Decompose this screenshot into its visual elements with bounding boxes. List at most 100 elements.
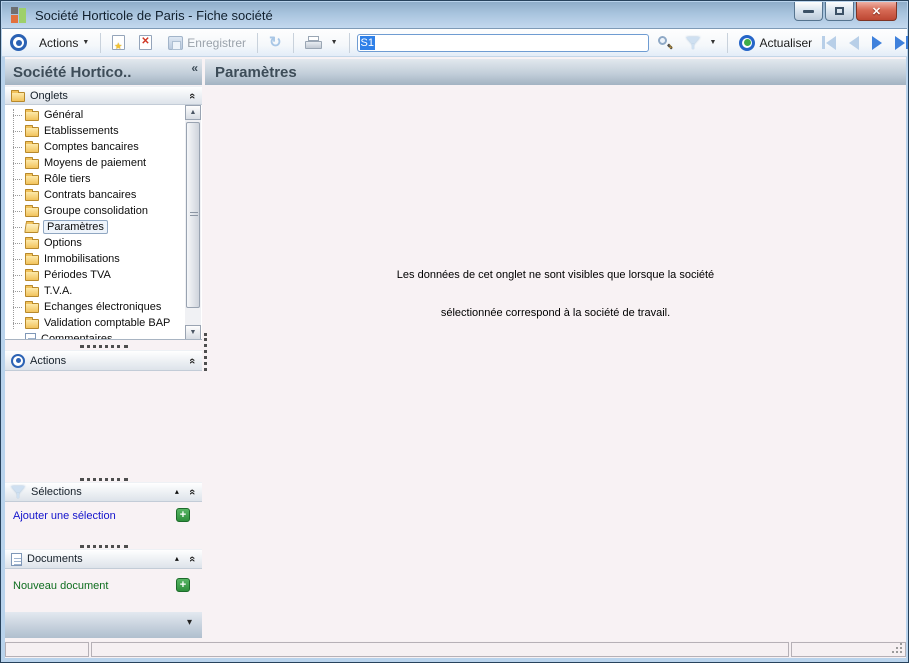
minimize-button[interactable]: [794, 2, 823, 21]
tree-item-commentaires[interactable]: Commentaires: [5, 331, 183, 339]
save-button[interactable]: Enregistrer: [164, 34, 250, 52]
new-document-link[interactable]: Nouveau document: [13, 580, 108, 592]
sidebar-collapse-icon[interactable]: «: [191, 61, 198, 75]
refresh-button[interactable]: ↻: [265, 33, 286, 52]
actions-menu-button[interactable]: Actions ▼: [35, 34, 93, 52]
actions-target-icon: [10, 34, 27, 51]
search-button[interactable]: [653, 33, 677, 53]
close-button[interactable]: ✕: [856, 2, 897, 21]
chevron-down-icon[interactable]: ▾: [187, 617, 192, 628]
folder-icon: [25, 125, 39, 137]
filter-button[interactable]: ▼: [681, 34, 721, 52]
folder-icon: [25, 109, 39, 121]
new-document-button[interactable]: +: [176, 578, 190, 592]
collapse-up-icon[interactable]: «: [186, 357, 198, 363]
scroll-up-icon: ▲: [189, 109, 197, 116]
actualiser-label: Actualiser: [759, 35, 813, 50]
scroll-up-button[interactable]: ▲: [185, 105, 201, 120]
selections-section-header[interactable]: Sélections ▴ «: [5, 482, 202, 502]
tree-item-moyens-de-paiement[interactable]: Moyens de paiement: [5, 155, 183, 171]
actualiser-icon: [739, 34, 756, 51]
filter-icon: [10, 485, 26, 499]
splitter-handle-1[interactable]: [79, 345, 128, 348]
scroll-down-button[interactable]: ▼: [185, 325, 201, 339]
tree-item-tva[interactable]: T.V.A.: [5, 283, 183, 299]
actualiser-button[interactable]: Actualiser: [735, 33, 816, 53]
window-controls: ✕: [794, 2, 897, 21]
search-input[interactable]: S1: [356, 33, 649, 52]
delete-record-button[interactable]: ✕: [135, 33, 156, 52]
toolbar-separator: [256, 32, 258, 53]
tree-item-immobilisations[interactable]: Immobilisations: [5, 251, 183, 267]
scrollbar-thumb[interactable]: [186, 122, 200, 308]
sidebar-bottom-bar: ▾: [5, 612, 202, 638]
resize-grip-icon[interactable]: [892, 643, 902, 653]
main-panel: Paramètres Les données de cet onglet ne …: [205, 57, 906, 641]
collapse-up-icon[interactable]: «: [186, 92, 198, 98]
tree-item-validation-comptable-bap[interactable]: Validation comptable BAP: [5, 315, 183, 331]
app-window: Société Horticole de Paris - Fiche socié…: [0, 0, 909, 663]
print-button[interactable]: ▼: [301, 34, 342, 51]
documents-section-label: Documents: [27, 553, 83, 565]
tree-item-contrats-bancaires[interactable]: Contrats bancaires: [5, 187, 183, 203]
tree-item-etablissements[interactable]: Etablissements: [5, 123, 183, 139]
tree-item-comptes-bancaires[interactable]: Comptes bancaires: [5, 139, 183, 155]
splitter-handle-3[interactable]: [79, 545, 128, 548]
sidebar: Société Hortico.. « Onglets « Général Et…: [5, 57, 202, 641]
folder-icon: [25, 317, 39, 329]
info-message-line2: sélectionnée correspond à la société de …: [440, 307, 671, 319]
splitter-handle-2[interactable]: [79, 478, 128, 481]
status-cell-middle: [91, 642, 789, 657]
onglets-section-header[interactable]: Onglets «: [5, 86, 202, 105]
nav-first-button[interactable]: [818, 34, 840, 52]
documents-content: Nouveau document +: [5, 576, 202, 596]
onglets-section-label: Onglets: [30, 89, 68, 102]
restore-icon: [835, 7, 844, 15]
tree-scrollbar: ▲ ▼: [185, 105, 201, 339]
status-cell-right: [791, 642, 906, 657]
add-selection-button[interactable]: +: [176, 508, 190, 522]
collapse-up-icon[interactable]: «: [186, 489, 198, 495]
selections-content: Ajouter une sélection +: [5, 506, 202, 526]
tree-item-general[interactable]: Général: [5, 107, 183, 123]
chevron-up-icon[interactable]: ▴: [175, 555, 179, 563]
tree-item-parametres-selected[interactable]: Paramètres: [5, 219, 183, 235]
save-icon: [168, 35, 184, 50]
actions-target-icon: [11, 353, 25, 368]
toolbar-separator: [100, 32, 102, 53]
tree-item-echanges-electroniques[interactable]: Echanges électroniques: [5, 299, 183, 315]
nav-last-button[interactable]: [891, 34, 908, 52]
tree-item-periodes-tva[interactable]: Périodes TVA: [5, 267, 183, 283]
folder-icon: [25, 173, 39, 185]
toolbar-separator: [292, 32, 294, 53]
chevron-down-icon: ▼: [82, 39, 90, 46]
nav-next-button[interactable]: [868, 34, 886, 52]
new-record-button[interactable]: ★: [108, 33, 129, 52]
actions-section-header[interactable]: Actions «: [5, 350, 202, 371]
document-icon: [11, 552, 22, 566]
status-bar: [5, 641, 906, 658]
tree-item-role-tiers[interactable]: Rôle tiers: [5, 171, 183, 187]
nav-next-icon: [872, 35, 883, 50]
nav-previous-button[interactable]: [845, 34, 863, 52]
folder-icon: [25, 205, 39, 217]
sidebar-title-bar: Société Hortico.. «: [5, 59, 202, 85]
actions-menu-label: Actions: [39, 35, 79, 50]
close-icon: ✕: [871, 5, 882, 18]
delete-record-icon: ✕: [139, 35, 153, 50]
documents-section-header[interactable]: Documents ▴ «: [5, 549, 202, 569]
record-navigation: [816, 34, 908, 52]
folder-icon: [25, 157, 39, 169]
restore-button[interactable]: [825, 2, 854, 21]
folder-icon: [25, 237, 39, 249]
add-selection-link[interactable]: Ajouter une sélection: [13, 510, 116, 522]
window-title: Société Horticole de Paris - Fiche socié…: [35, 7, 273, 23]
folder-icon: [25, 301, 39, 313]
nav-first-icon: [822, 36, 826, 49]
collapse-up-icon[interactable]: «: [186, 556, 198, 562]
chevron-up-icon[interactable]: ▴: [175, 488, 179, 496]
minimize-icon: [803, 9, 814, 13]
open-folder-icon: [24, 223, 40, 233]
tree-item-groupe-consolidation[interactable]: Groupe consolidation: [5, 203, 183, 219]
tree-item-options[interactable]: Options: [5, 235, 183, 251]
